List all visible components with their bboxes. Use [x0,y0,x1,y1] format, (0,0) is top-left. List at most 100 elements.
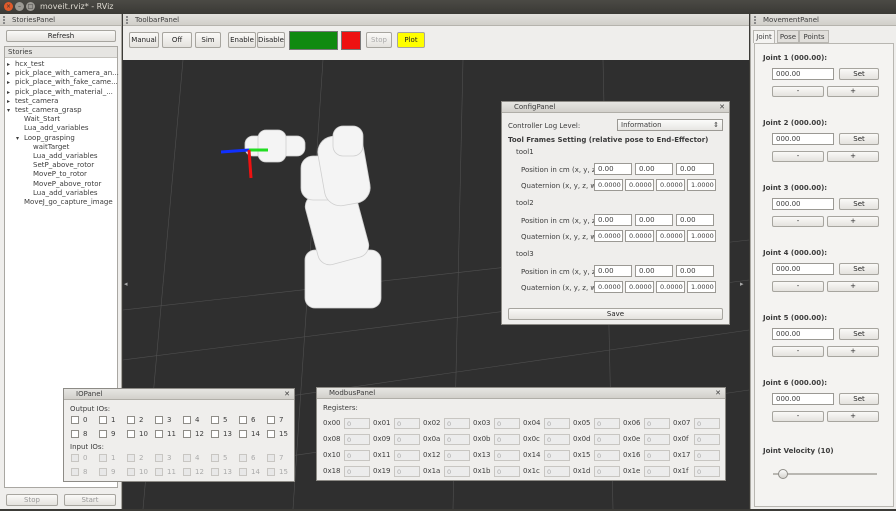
joint-value-field[interactable]: 000.00 [772,198,834,210]
tree-expand-icon[interactable]: ▾ [7,107,15,114]
close-icon[interactable]: ✕ [714,389,722,397]
close-icon[interactable]: ✕ [283,390,291,398]
maximize-window-icon[interactable]: □ [26,2,35,11]
tree-item[interactable]: SetP_above_rotor [25,161,94,169]
position-field[interactable]: 0.00 [676,163,714,175]
drag-grip-icon[interactable] [126,16,132,24]
tree-item[interactable]: Lua_add_variables [16,124,89,132]
drag-grip-icon[interactable] [754,16,760,24]
tab-joint[interactable]: Joint [753,30,775,43]
tree-expand-icon[interactable]: ▸ [7,89,15,96]
position-field[interactable]: 0.00 [594,265,632,277]
tree-item[interactable]: ▸ pick_place_with_camera_an... [7,69,119,77]
plot-button[interactable]: Plot [397,32,425,48]
joint-decrement-button[interactable]: - [772,86,824,97]
off-button[interactable]: Off [162,32,192,48]
close-window-icon[interactable]: × [4,2,13,11]
joint-increment-button[interactable]: + [827,411,879,422]
sim-button[interactable]: Sim [195,32,221,48]
output-io-checkbox[interactable] [71,430,79,438]
output-io-checkbox[interactable] [155,416,163,424]
manual-button[interactable]: Manual [129,32,159,48]
tree-item[interactable]: Lua_add_variables [25,152,98,160]
velocity-slider-handle[interactable] [778,469,789,479]
quaternion-field[interactable]: 1.0000 [687,230,716,242]
joint-value-field[interactable]: 000.00 [772,68,834,80]
refresh-button[interactable]: Refresh [6,30,116,42]
output-io-checkbox[interactable] [267,416,275,424]
joint-increment-button[interactable]: + [827,346,879,357]
joint-set-button[interactable]: Set [839,328,879,340]
output-io-checkbox[interactable] [127,416,135,424]
tab-points[interactable]: Points [799,30,829,43]
start-story-button[interactable]: Start [64,494,116,506]
output-io-checkbox[interactable] [267,430,275,438]
joint-value-field[interactable]: 000.00 [772,133,834,145]
quaternion-field[interactable]: 0.0000 [625,230,654,242]
quaternion-field[interactable]: 0.0000 [594,230,623,242]
tree-item[interactable]: ▾ test_camera_grasp [7,106,82,114]
joint-set-button[interactable]: Set [839,68,879,80]
tree-item[interactable]: MoveJ_go_capture_image [16,198,113,206]
tree-item[interactable]: ▸ test_camera [7,97,58,105]
output-io-checkbox[interactable] [211,430,219,438]
collapse-left-arrow-icon[interactable]: ◂ [124,280,128,288]
quaternion-field[interactable]: 0.0000 [625,281,654,293]
save-button[interactable]: Save [508,308,723,320]
output-io-checkbox[interactable] [71,416,79,424]
joint-decrement-button[interactable]: - [772,216,824,227]
position-field[interactable]: 0.00 [635,265,673,277]
stop-button[interactable]: Stop [366,32,392,48]
output-io-checkbox[interactable] [239,416,247,424]
quaternion-field[interactable]: 0.0000 [594,179,623,191]
collapse-right-arrow-icon[interactable]: ▸ [740,280,744,288]
output-io-checkbox[interactable] [99,416,107,424]
drag-grip-icon[interactable] [3,16,9,24]
output-io-checkbox[interactable] [211,416,219,424]
joint-value-field[interactable]: 000.00 [772,393,834,405]
joint-decrement-button[interactable]: - [772,346,824,357]
quaternion-field[interactable]: 1.0000 [687,281,716,293]
quaternion-field[interactable]: 0.0000 [594,281,623,293]
joint-increment-button[interactable]: + [827,86,879,97]
velocity-slider-track[interactable] [773,473,877,475]
joint-set-button[interactable]: Set [839,393,879,405]
position-field[interactable]: 0.00 [594,214,632,226]
tree-item[interactable]: ▸ hcx_test [7,60,44,68]
enable-button[interactable]: Enable [228,32,256,48]
tree-expand-icon[interactable]: ▸ [7,61,15,68]
tree-item[interactable]: Wait_Start [16,115,60,123]
joint-value-field[interactable]: 000.00 [772,328,834,340]
joint-increment-button[interactable]: + [827,151,879,162]
position-field[interactable]: 0.00 [676,265,714,277]
joint-increment-button[interactable]: + [827,216,879,227]
disable-button[interactable]: Disable [257,32,285,48]
output-io-checkbox[interactable] [155,430,163,438]
position-field[interactable]: 0.00 [635,163,673,175]
output-io-checkbox[interactable] [183,416,191,424]
output-io-checkbox[interactable] [99,430,107,438]
tree-expand-icon[interactable]: ▸ [7,79,15,86]
tree-item[interactable]: Lua_add_variables [25,189,98,197]
tree-expand-icon[interactable]: ▾ [16,135,24,142]
joint-set-button[interactable]: Set [839,133,879,145]
tree-item[interactable]: ▸ pick_place_with_material_... [7,88,113,96]
quaternion-field[interactable]: 0.0000 [656,230,685,242]
quaternion-field[interactable]: 0.0000 [656,179,685,191]
joint-decrement-button[interactable]: - [772,281,824,292]
tree-item[interactable]: ▾ Loop_grasping [16,134,75,142]
joint-decrement-button[interactable]: - [772,151,824,162]
joint-increment-button[interactable]: + [827,281,879,292]
position-field[interactable]: 0.00 [676,214,714,226]
close-icon[interactable]: ✕ [718,103,726,111]
position-field[interactable]: 0.00 [594,163,632,175]
tab-pose[interactable]: Pose [777,30,799,43]
joint-decrement-button[interactable]: - [772,411,824,422]
position-field[interactable]: 0.00 [635,214,673,226]
output-io-checkbox[interactable] [183,430,191,438]
tree-item[interactable]: MoveP_to_rotor [25,170,87,178]
tree-item[interactable]: waitTarget [25,143,69,151]
tree-item[interactable]: ▸ pick_place_with_fake_came... [7,78,118,86]
tree-expand-icon[interactable]: ▸ [7,70,15,77]
output-io-checkbox[interactable] [239,430,247,438]
